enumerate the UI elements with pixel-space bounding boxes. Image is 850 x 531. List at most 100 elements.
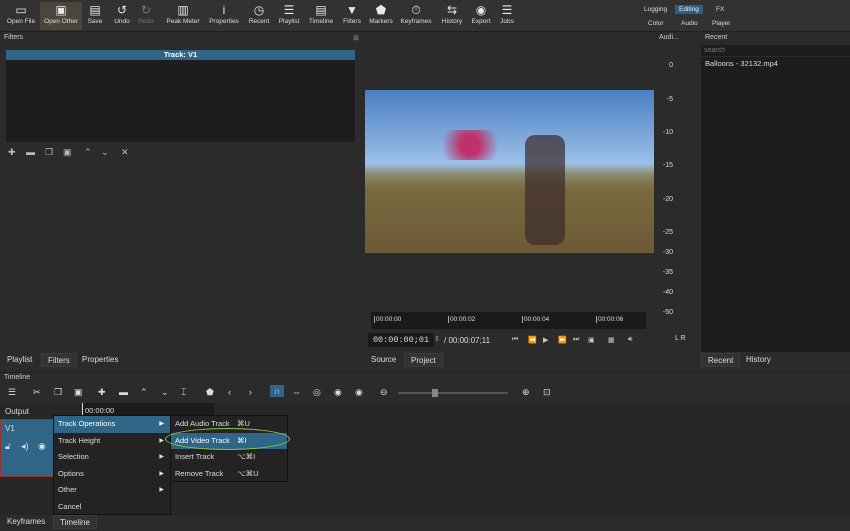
deselect-icon[interactable]: ✕: [121, 147, 129, 158]
remove-icon[interactable]: ▬: [119, 387, 128, 397]
paste-icon[interactable]: ▣: [74, 387, 83, 398]
tab-source[interactable]: Source: [365, 353, 402, 367]
paste-icon[interactable]: ▣: [63, 147, 72, 158]
tab-history[interactable]: History: [740, 353, 777, 367]
volume-icon[interactable]: 🔊︎: [628, 336, 632, 344]
copy-icon[interactable]: ❐: [45, 147, 53, 158]
toolbar-peak-meter-button[interactable]: ▥ Peak Meter: [165, 2, 201, 30]
history-icon: ⇆: [446, 3, 458, 17]
track-label: Track: V1: [6, 50, 355, 60]
zoom-in-icon[interactable]: ⊕: [522, 387, 530, 398]
clock-icon: ◷: [253, 3, 265, 17]
rewind-icon[interactable]: ⏪: [528, 336, 537, 344]
menu-item-track-height[interactable]: Track Height ▶: [54, 433, 170, 450]
menu-item-other[interactable]: Other ▶: [54, 482, 170, 499]
prev-icon[interactable]: ‹: [228, 387, 231, 397]
tab-filters[interactable]: Filters: [41, 353, 77, 367]
panel-title: Audi...: [659, 34, 679, 41]
skip-start-icon[interactable]: ⏮: [512, 336, 518, 344]
button-label: Save: [87, 18, 103, 25]
timeline-ruler[interactable]: 00:00:00: [82, 403, 214, 415]
grid-icon[interactable]: ▦: [608, 336, 615, 344]
toolbar-playlist-button[interactable]: ☰ Playlist: [277, 2, 301, 30]
tab-recent[interactable]: Recent: [701, 353, 741, 367]
append-icon[interactable]: ✚: [98, 387, 106, 398]
timecode-input[interactable]: 00:00:00;01: [368, 333, 434, 347]
menu-item-options[interactable]: Options ▶: [54, 466, 170, 483]
redo-icon: ↻: [140, 3, 152, 17]
cut-icon[interactable]: ✂: [33, 387, 41, 398]
toolbar-jobs-button[interactable]: ☰ Jobs: [498, 2, 516, 30]
workspace-fx[interactable]: FX: [712, 5, 728, 14]
menu-item-insert-track[interactable]: Insert Track ⌥⌘I: [171, 449, 287, 466]
recent-panel: Recent Balloons - 32132.mp4: [701, 33, 850, 369]
timecode-spinner[interactable]: ⇕: [434, 335, 440, 343]
toolbar-undo-button[interactable]: ↺ Undo: [112, 2, 132, 30]
mute-icon[interactable]: ◂): [21, 441, 29, 452]
toolbar-markers-button[interactable]: ⬟ Markers: [368, 2, 394, 30]
split-icon[interactable]: ⌶: [181, 387, 186, 398]
list-icon: ☰: [283, 3, 295, 17]
menu-item-selection[interactable]: Selection ▶: [54, 449, 170, 466]
lock-icon[interactable]: 🔓︎: [5, 441, 11, 452]
track-header-v1[interactable]: V1 🔓︎ ◂) ◉: [0, 419, 54, 477]
menu-icon[interactable]: ☰: [8, 387, 16, 398]
scrub-icon[interactable]: ⇔: [292, 387, 301, 397]
tab-project[interactable]: Project: [404, 353, 443, 367]
menu-item-cancel[interactable]: Cancel: [54, 499, 170, 516]
list-item[interactable]: Balloons - 32132.mp4: [701, 57, 850, 70]
marker-icon[interactable]: ⬟: [206, 387, 214, 398]
overwrite-icon[interactable]: ⌄: [161, 387, 169, 398]
move-down-icon[interactable]: ⌄: [101, 147, 109, 158]
workspace-player[interactable]: Player: [708, 19, 734, 28]
toolbar-save-button[interactable]: ▤ Save: [86, 2, 104, 30]
menu-item-track-operations[interactable]: Track Operations ▶: [54, 416, 170, 433]
toolbar-open-file-button[interactable]: ▭ Open File: [6, 2, 36, 30]
menu-item-remove-track[interactable]: Remove Track ⌥⌘U: [171, 466, 287, 483]
zoom-icon[interactable]: ▣: [588, 336, 595, 344]
toolbar-keyframes-button[interactable]: ⏱ Keyframes: [400, 2, 432, 30]
zoom-slider[interactable]: [398, 389, 508, 397]
remove-filter-icon[interactable]: ▬: [26, 147, 35, 157]
meter-scale-label: -40: [662, 289, 673, 296]
video-preview[interactable]: [365, 90, 654, 253]
ripple-all-icon[interactable]: ◉: [334, 387, 342, 398]
ripple-icon[interactable]: ◎: [313, 387, 321, 398]
toolbar-redo-button[interactable]: ↻ Redo: [138, 2, 154, 30]
button-label: Jobs: [500, 18, 514, 25]
workspace-audio[interactable]: Audio: [677, 19, 702, 28]
output-label: Output: [5, 407, 30, 416]
toolbar-history-button[interactable]: ⇆ History: [439, 2, 465, 30]
lift-icon[interactable]: ⌃: [140, 387, 148, 398]
close-icon[interactable]: ⊠: [353, 34, 359, 42]
toolbar-properties-button[interactable]: i Properties: [207, 2, 241, 30]
snap-icon[interactable]: ∩: [270, 385, 285, 397]
copy-icon[interactable]: ❐: [54, 387, 62, 398]
zoom-fit-icon[interactable]: ⊡: [543, 387, 551, 398]
tab-timeline[interactable]: Timeline: [53, 515, 97, 529]
workspace-color[interactable]: Color: [644, 19, 668, 28]
fast-forward-icon[interactable]: ⏩: [558, 336, 567, 344]
add-filter-icon[interactable]: ✚: [8, 147, 16, 158]
skip-end-icon[interactable]: ⏭: [573, 336, 579, 344]
toolbar-timeline-button[interactable]: ▤ Timeline: [307, 2, 335, 30]
viewer-ruler[interactable]: 00:00:00 00:00:02 00:00:04 00:00:06: [371, 312, 646, 329]
toolbar-export-button[interactable]: ◉ Export: [470, 2, 492, 30]
tab-properties[interactable]: Properties: [76, 353, 124, 367]
eye-icon[interactable]: ◉: [38, 441, 46, 452]
play-icon[interactable]: ▶: [543, 336, 548, 344]
move-up-icon[interactable]: ⌃: [84, 147, 92, 158]
workspace-editing[interactable]: Editing: [675, 5, 703, 14]
toolbar-filters-button[interactable]: ▼ Filters: [341, 2, 363, 30]
next-icon[interactable]: ›: [249, 387, 252, 397]
search-input[interactable]: [701, 45, 850, 56]
filter-list[interactable]: [6, 60, 355, 142]
toolbar-open-other-button[interactable]: ▣ Open Other: [40, 2, 82, 30]
workspace-logging[interactable]: Logging: [640, 5, 671, 14]
peak-meter-icon: ▥: [177, 3, 189, 17]
tab-keyframes[interactable]: Keyframes: [1, 515, 51, 529]
tab-playlist[interactable]: Playlist: [1, 353, 38, 367]
zoom-out-icon[interactable]: ⊖: [380, 387, 388, 398]
ripple-markers-icon[interactable]: ◉: [355, 387, 363, 398]
toolbar-recent-button[interactable]: ◷ Recent: [247, 2, 271, 30]
